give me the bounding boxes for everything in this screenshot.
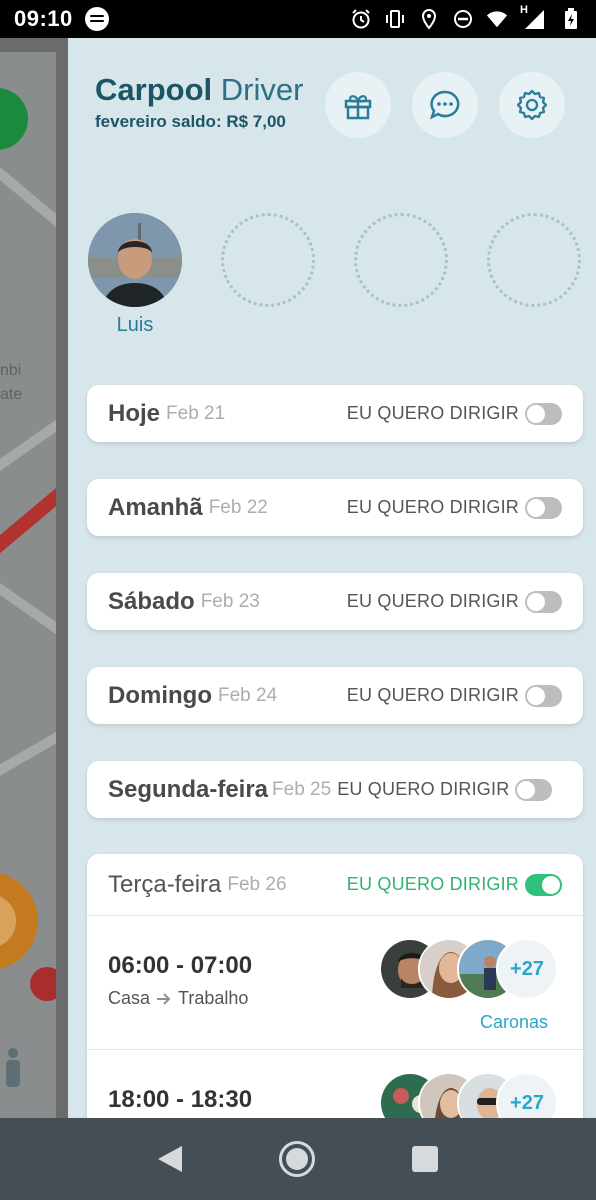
status-bar: 09:10 H (0, 0, 596, 38)
day-name: Sábado (108, 587, 195, 615)
person-icon (6, 1048, 20, 1087)
day-card[interactable]: Amanhã Feb 22 EU QUERO DIRIGIR (87, 479, 583, 536)
day-card[interactable]: Sábado Feb 23 EU QUERO DIRIGIR (87, 573, 583, 630)
drive-label: EU QUERO DIRIGIR (346, 591, 519, 611)
carpool-driver-panel: Carpool Driver fevereiro saldo: R$ 7,00 (68, 38, 596, 1134)
app-title-light: Driver (220, 72, 304, 107)
map-road (0, 398, 56, 476)
balance-text: fevereiro saldo: R$ 7,00 (95, 112, 286, 131)
map-road (0, 164, 56, 250)
empty-member-slot[interactable] (354, 213, 448, 307)
day-date: Feb 22 (208, 496, 268, 518)
user-photo (88, 213, 182, 307)
network-type-label: H (520, 4, 528, 16)
day-card[interactable]: Domingo Feb 24 EU QUERO DIRIGIR (87, 667, 583, 724)
drive-label: EU QUERO DIRIGIR (346, 497, 519, 517)
drive-toggle[interactable] (515, 778, 553, 801)
day-name: Terça-feira (108, 870, 222, 898)
map-route (0, 475, 56, 563)
status-icons: H (350, 4, 582, 30)
drive-toggle[interactable] (525, 402, 562, 425)
day-date: Feb 21 (166, 402, 226, 424)
status-time: 09:10 (14, 6, 73, 31)
spotify-icon (84, 7, 109, 31)
alarm-icon (350, 8, 372, 30)
app-title: Carpool Driver (95, 72, 303, 108)
chat-button[interactable] (412, 72, 478, 138)
map-background[interactable]: nbi ate (0, 38, 68, 1118)
recent-apps-icon[interactable] (411, 1146, 438, 1172)
drive-label: EU QUERO DIRIGIR (346, 874, 519, 894)
day-date: Feb 25 (272, 778, 332, 800)
vibrate-icon (384, 8, 406, 30)
android-nav-bar (0, 1118, 596, 1200)
map-road (0, 578, 56, 656)
route-from: Casa (108, 988, 151, 1008)
day-name: Amanhã (108, 493, 203, 521)
drive-toggle[interactable] (525, 590, 562, 613)
gift-button[interactable] (325, 72, 391, 138)
member-avatar-luis[interactable] (88, 213, 182, 307)
empty-member-slot[interactable] (487, 213, 581, 307)
map-street-label: nbi (0, 362, 22, 379)
signal-icon: H (520, 4, 548, 30)
day-card-expanded: Terça-feira Feb 26 EU QUERO DIRIGIR 06:0… (87, 854, 583, 1134)
ride-slot[interactable]: 06:00 - 07:00 Casa Trabalho +27 Caronas (87, 916, 583, 1050)
drive-label: EU QUERO DIRIGIR (346, 403, 519, 423)
drive-toggle[interactable] (525, 684, 562, 707)
route-to: Trabalho (178, 988, 249, 1008)
rider-avatars[interactable]: +27 (379, 938, 559, 1000)
day-date: Feb 23 (200, 590, 260, 612)
back-icon[interactable] (158, 1146, 183, 1172)
map-spotify-icon (0, 88, 28, 150)
map-road (0, 712, 56, 782)
caronas-link[interactable]: Caronas (480, 1012, 548, 1033)
day-name: Hoje (108, 399, 161, 427)
more-riders-count: +27 (496, 938, 558, 1000)
map-view: nbi ate (0, 52, 56, 1118)
drive-toggle[interactable] (525, 496, 562, 519)
map-marker (30, 967, 56, 1001)
app-title-bold: Carpool (95, 72, 213, 107)
member-name: Luis (116, 314, 154, 336)
empty-member-slot[interactable] (221, 213, 315, 307)
day-name: Domingo (108, 681, 212, 709)
gift-icon (344, 95, 372, 120)
drive-label: EU QUERO DIRIGIR (337, 779, 510, 799)
chat-icon (429, 90, 460, 120)
day-date: Feb 24 (217, 684, 278, 706)
dnd-icon (452, 8, 474, 30)
arrow-right-icon (157, 992, 171, 1005)
home-icon[interactable] (278, 1141, 315, 1177)
day-card-header[interactable]: Terça-feira Feb 26 EU QUERO DIRIGIR (87, 854, 583, 916)
drive-label: EU QUERO DIRIGIR (346, 685, 519, 705)
map-marker (0, 872, 38, 970)
battery-icon (560, 8, 582, 30)
settings-icon (516, 89, 548, 121)
day-card[interactable]: Hoje Feb 21 EU QUERO DIRIGIR (87, 385, 583, 442)
wifi-icon (486, 8, 508, 30)
brand-header: Carpool Driver fevereiro saldo: R$ 7,00 (95, 72, 303, 132)
location-icon (418, 8, 440, 30)
settings-button[interactable] (499, 72, 565, 138)
day-date: Feb 26 (227, 873, 287, 895)
drive-toggle[interactable] (525, 873, 562, 896)
app-screen: 09:10 H nbi ate Carpool Driver fevereiro… (0, 0, 596, 1200)
day-card[interactable]: Segunda-feira Feb 25 EU QUERO DIRIGIR (87, 761, 583, 818)
day-name: Segunda-feira (108, 775, 269, 803)
map-street-label: ate (0, 386, 23, 403)
